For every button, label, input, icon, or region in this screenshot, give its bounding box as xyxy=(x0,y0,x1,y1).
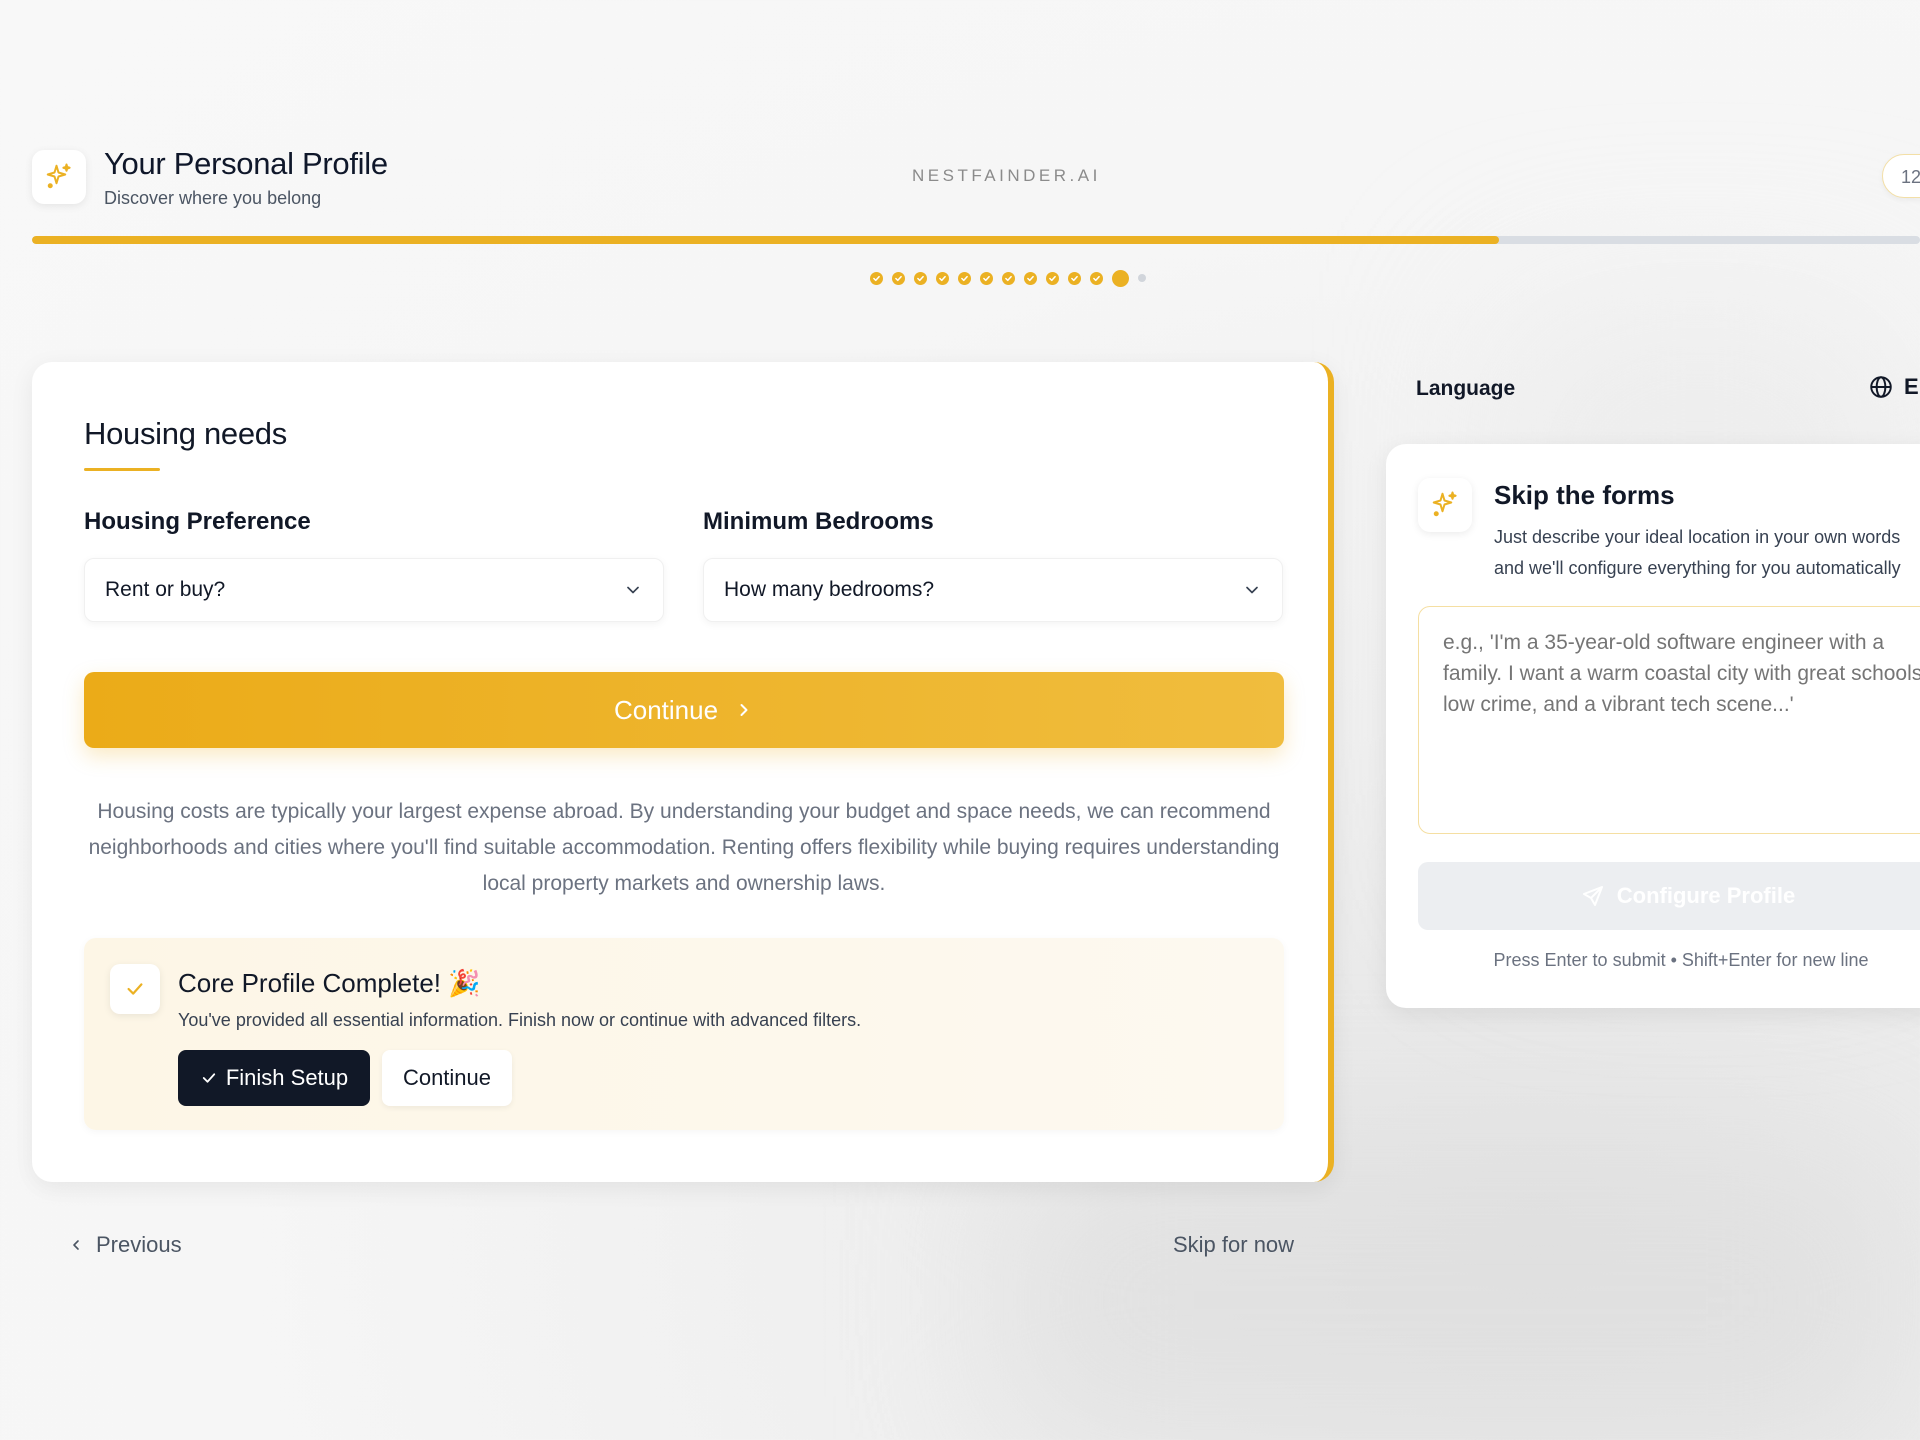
complete-title: Core Profile Complete! 🎉 xyxy=(178,968,481,998)
step-dots xyxy=(870,269,1146,287)
minimum-bedrooms-label: Minimum Bedrooms xyxy=(703,508,934,535)
continue-advanced-button[interactable]: Continue xyxy=(382,1050,512,1106)
chevron-down-icon xyxy=(627,586,639,594)
step-dot-pending xyxy=(1138,274,1146,282)
check-icon xyxy=(895,275,902,281)
sparkles-icon xyxy=(1418,478,1472,532)
send-icon xyxy=(1582,886,1603,906)
submit-hint: Press Enter to submit • Shift+Enter for … xyxy=(1493,950,1869,970)
housing-preference-value: Rent or buy? xyxy=(105,578,226,601)
profile-sparkles-icon xyxy=(32,150,86,204)
configure-profile-label: Configure Profile xyxy=(1616,883,1796,908)
skip-forms-desc-line2: and we'll configure everything for you a… xyxy=(1494,558,1901,578)
skip-forms-card: Skip the forms Just describe your ideal … xyxy=(1386,444,1920,1008)
progress-bar-fill xyxy=(32,236,1499,244)
progress-bar xyxy=(32,236,1920,244)
chevron-left-icon xyxy=(73,1240,79,1250)
section-title-underline xyxy=(84,468,160,471)
complete-description: You've provided all essential informatio… xyxy=(178,1010,862,1030)
page-title: Your Personal Profile xyxy=(104,146,388,181)
skip-for-now-link[interactable]: Skip for now xyxy=(1173,1232,1294,1258)
language-value: E xyxy=(1904,374,1919,399)
step-dot-complete xyxy=(870,271,883,285)
previous-button[interactable]: Previous xyxy=(68,1232,182,1258)
step-dot-complete xyxy=(1024,271,1037,285)
continue-button[interactable]: Continue xyxy=(84,672,1284,748)
step-dot-complete xyxy=(1090,271,1103,285)
minimum-bedrooms-value: How many bedrooms? xyxy=(724,578,935,601)
step-dot-complete xyxy=(1002,271,1015,285)
check-icon xyxy=(873,275,880,281)
step-dot-current xyxy=(1112,269,1129,287)
describe-location-input[interactable] xyxy=(1418,606,1920,834)
housing-preference-select[interactable]: Rent or buy? xyxy=(84,558,664,622)
step-dot-complete xyxy=(958,271,971,285)
housing-preference-label: Housing Preference xyxy=(84,508,311,535)
housing-card: Housing needs Housing Preference Rent or… xyxy=(32,362,1334,1182)
housing-info-text: Housing costs are typically your largest… xyxy=(88,800,1280,895)
language-label: Language xyxy=(1416,377,1516,400)
language-switcher[interactable]: E xyxy=(1868,374,1919,400)
step-dot-complete xyxy=(936,271,949,285)
previous-label: Previous xyxy=(96,1232,182,1257)
globe-icon xyxy=(1870,376,1892,398)
step-dot-complete xyxy=(1046,271,1059,285)
chevron-down-icon xyxy=(1246,586,1258,594)
check-icon xyxy=(1093,275,1100,281)
finish-setup-button[interactable]: Finish Setup xyxy=(178,1050,370,1106)
configure-profile-button[interactable]: Configure Profile xyxy=(1418,862,1920,930)
step-dot-complete xyxy=(1068,271,1081,285)
check-icon xyxy=(1049,275,1056,281)
continue-button-label: Continue xyxy=(613,694,719,725)
minimum-bedrooms-select[interactable]: How many bedrooms? xyxy=(703,558,1283,622)
finish-setup-label: Finish Setup xyxy=(225,1065,349,1090)
check-icon xyxy=(110,964,160,1014)
step-dot-complete xyxy=(892,271,905,285)
step-counter-badge: 12 xyxy=(1882,154,1920,198)
check-icon xyxy=(1071,275,1078,281)
brand-name: NESTFAINDER.AI xyxy=(912,166,1101,185)
step-dot-complete xyxy=(914,271,927,285)
check-icon xyxy=(939,275,946,281)
check-icon xyxy=(1005,275,1012,281)
check-icon xyxy=(917,275,924,281)
check-icon xyxy=(983,275,990,281)
skip-forms-title: Skip the forms xyxy=(1494,480,1675,510)
check-icon xyxy=(961,275,968,281)
page-subtitle: Discover where you belong xyxy=(104,188,322,208)
step-dot-complete xyxy=(980,271,993,285)
skip-forms-desc-line1: Just describe your ideal location in you… xyxy=(1494,527,1901,547)
skip-forms-description: Just describe your ideal location in you… xyxy=(1494,522,1920,584)
chevron-right-icon xyxy=(740,704,748,716)
profile-complete-banner: Core Profile Complete! 🎉 You've provided… xyxy=(84,938,1284,1130)
section-title: Housing needs xyxy=(84,416,287,451)
check-icon xyxy=(202,1073,215,1083)
check-icon xyxy=(1027,275,1034,281)
